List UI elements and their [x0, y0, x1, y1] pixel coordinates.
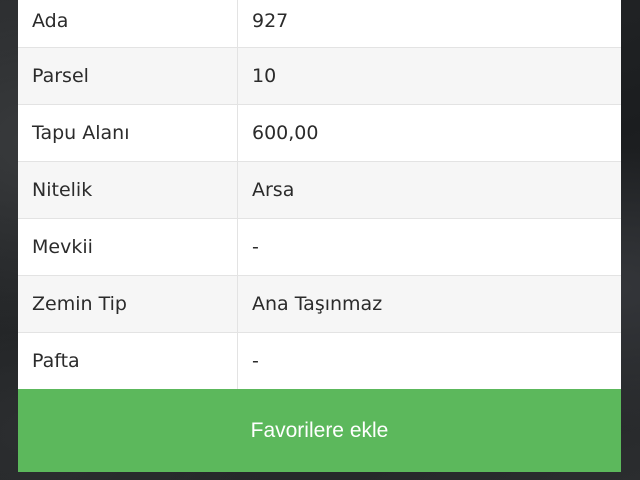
row-value: Ana Taşınmaz — [237, 275, 621, 333]
row-label: Tapu Alanı — [18, 104, 238, 162]
parcel-details-table: Ada 927 Parsel 10 Tapu Alanı 600,00 Nite… — [18, 0, 621, 389]
table-row-pafta: Pafta - — [18, 332, 621, 389]
row-value: 600,00 — [237, 104, 621, 162]
table-row-zemin-tip: Zemin Tip Ana Taşınmaz — [18, 275, 621, 333]
parcel-info-panel: Ada 927 Parsel 10 Tapu Alanı 600,00 Nite… — [18, 0, 621, 472]
row-value: Arsa — [237, 161, 621, 219]
row-label: Nitelik — [18, 161, 238, 219]
add-to-favorites-button[interactable]: Favorilere ekle — [18, 389, 621, 472]
row-value: 10 — [237, 47, 621, 105]
row-value: 927 — [237, 0, 621, 48]
table-row-nitelik: Nitelik Arsa — [18, 161, 621, 219]
row-label: Zemin Tip — [18, 275, 238, 333]
table-row-mevkii: Mevkii - — [18, 218, 621, 276]
table-row-ada: Ada 927 — [18, 0, 621, 48]
table-row-tapu-alani: Tapu Alanı 600,00 — [18, 104, 621, 162]
table-row-parsel: Parsel 10 — [18, 47, 621, 105]
row-label: Mevkii — [18, 218, 238, 276]
row-label: Pafta — [18, 332, 238, 389]
row-label: Ada — [18, 0, 238, 48]
row-label: Parsel — [18, 47, 238, 105]
row-value: - — [252, 350, 259, 372]
row-value: - — [237, 218, 621, 276]
